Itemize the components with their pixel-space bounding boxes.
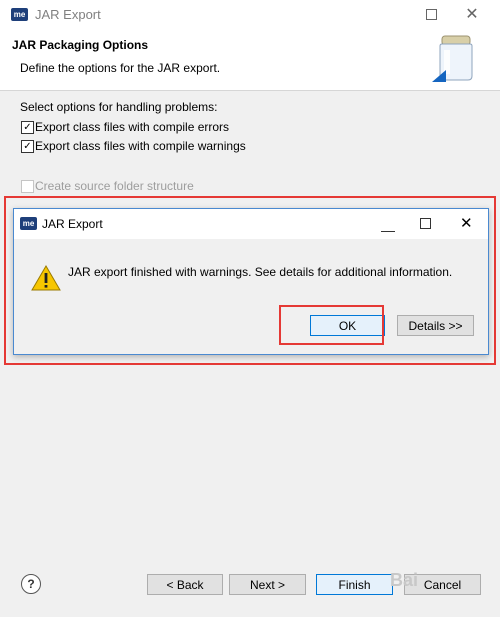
page-title: JAR Packaging Options	[12, 38, 149, 52]
jar-icon	[432, 34, 478, 82]
jar-export-dialog: me JAR Export ✕ JAR export finished with…	[13, 208, 489, 355]
compile-errors-checkbox[interactable]: ✓	[21, 121, 34, 134]
source-folder-label: Create source folder structure	[35, 179, 194, 193]
dialog-message: JAR export finished with warnings. See d…	[68, 265, 453, 279]
app-icon: me	[11, 8, 28, 21]
details-button[interactable]: Details >>	[397, 315, 474, 336]
close-icon: ✕	[460, 215, 473, 232]
maximize-button[interactable]	[420, 3, 442, 25]
help-icon[interactable]: ?	[21, 574, 41, 594]
dialog-minimize-button[interactable]	[381, 217, 395, 232]
compile-warnings-label: Export class files with compile warnings	[35, 139, 246, 153]
dialog-app-icon: me	[20, 217, 37, 230]
back-button[interactable]: < Back	[147, 574, 223, 595]
page-description: Define the options for the JAR export.	[20, 61, 221, 75]
close-button[interactable]: ✕	[461, 3, 483, 25]
ok-button-highlight-box	[279, 305, 384, 345]
watermark: Bai	[390, 570, 419, 590]
finish-button[interactable]: Finish	[316, 574, 393, 595]
compile-errors-label: Export class files with compile errors	[35, 120, 230, 134]
source-folder-checkbox[interactable]	[21, 180, 34, 193]
dialog-title: JAR Export	[42, 217, 103, 231]
compile-warnings-checkbox[interactable]: ✓	[21, 140, 34, 153]
warning-icon	[31, 265, 61, 291]
close-icon: ✕	[465, 6, 479, 23]
options-section-label: Select options for handling problems:	[20, 100, 218, 114]
dialog-close-button[interactable]: ✕	[460, 214, 473, 232]
check-icon: ✓	[23, 122, 32, 133]
maximize-icon	[425, 8, 437, 20]
next-button[interactable]: Next >	[229, 574, 306, 595]
check-icon: ✓	[23, 141, 32, 152]
dialog-maximize-button[interactable]	[420, 218, 431, 229]
window-title: JAR Export	[35, 7, 101, 22]
